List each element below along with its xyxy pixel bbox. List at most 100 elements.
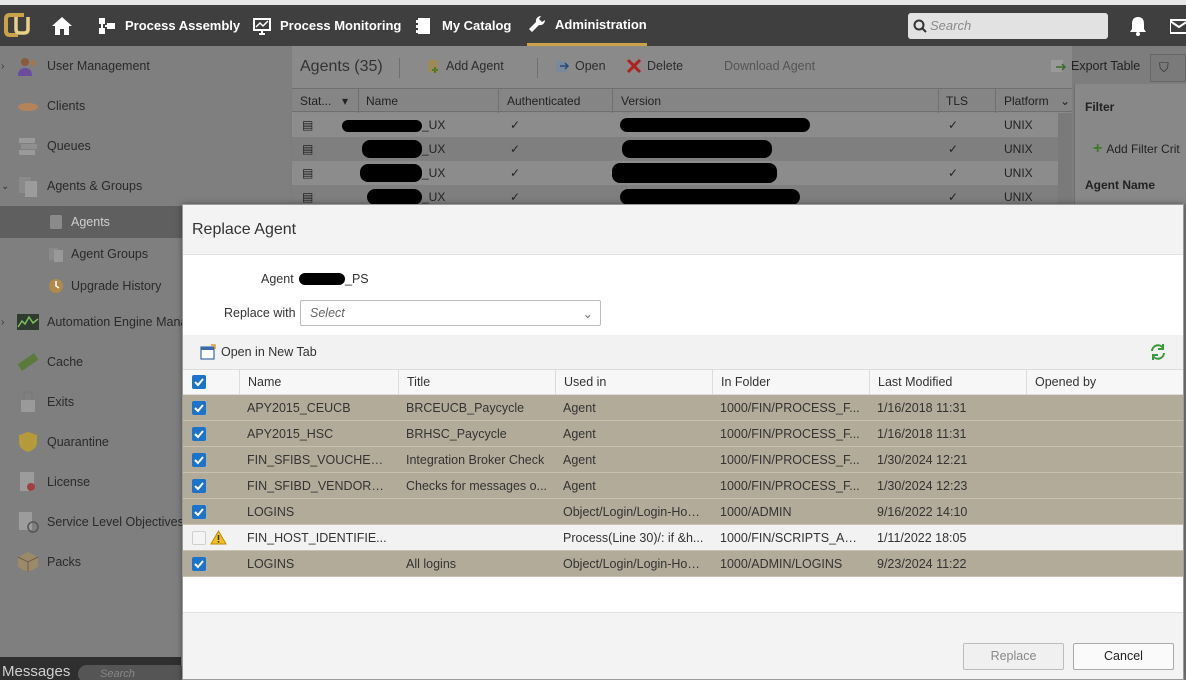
- row-checkbox[interactable]: [192, 427, 206, 441]
- select-all-checkbox[interactable]: [192, 375, 206, 389]
- in-folder: 1000/FIN/PROCESS_F...: [720, 427, 860, 441]
- table-row[interactable]: ▤ _UX ✓ ✓ UNIX: [292, 137, 1058, 161]
- col-tls[interactable]: TLS: [946, 94, 968, 108]
- object-name: LOGINS: [247, 505, 295, 519]
- last-modified: 1/16/2018 11:31: [877, 401, 967, 415]
- home-icon[interactable]: [50, 15, 74, 37]
- mail-icon[interactable]: [1170, 18, 1186, 34]
- filter-panel: Filter + Add Filter Crit Agent Name: [1074, 84, 1186, 204]
- add-agent-icon: [428, 60, 438, 73]
- table-row[interactable]: LOGINS Object/Login/Login-Host... 1000/ADM…: [183, 499, 1183, 525]
- sidebar-item-label: Agent Groups: [71, 247, 149, 261]
- used-in: Agent: [563, 401, 596, 415]
- messages-search-input[interactable]: Search: [78, 665, 188, 680]
- col-name[interactable]: Name: [239, 370, 397, 394]
- row-checkbox[interactable]: [192, 453, 206, 467]
- nav-process-monitoring-label: Process Monitoring: [280, 18, 402, 33]
- platform: UNIX: [1004, 118, 1033, 132]
- download-icon: [705, 60, 717, 72]
- open-in-new-tab-button[interactable]: Open in New Tab: [200, 344, 317, 360]
- col-opened-by[interactable]: Opened by: [1026, 370, 1183, 394]
- col-last-modified[interactable]: Last Modified: [869, 370, 1026, 394]
- sidebar-item-queues[interactable]: Queues: [0, 126, 291, 166]
- nav-administration[interactable]: Administration: [527, 5, 647, 46]
- delete-button[interactable]: Delete: [626, 58, 683, 74]
- bell-icon[interactable]: [1128, 15, 1148, 37]
- in-folder: 1000/ADMIN: [720, 505, 792, 519]
- dialog-title: Replace Agent: [183, 205, 1183, 255]
- sidebar-item-label: Queues: [47, 139, 91, 153]
- agent-name: _UX: [422, 118, 446, 132]
- col-title[interactable]: Title: [398, 370, 555, 394]
- redaction: [622, 140, 772, 158]
- filter-toggle-button[interactable]: ⛉: [1150, 54, 1186, 82]
- cu-logo-icon[interactable]: [2, 9, 34, 41]
- tls-check: ✓: [948, 166, 959, 180]
- nav-process-monitoring[interactable]: Process Monitoring: [252, 5, 401, 46]
- table-row[interactable]: LOGINS All logins Object/Login/Login-Host.…: [183, 551, 1183, 577]
- exits-icon: [21, 390, 35, 412]
- sidebar-item-label: Upgrade History: [71, 279, 162, 293]
- table-row[interactable]: APY2015_CEUCB BRCEUCB_Paycycle Agent 1000/F…: [183, 395, 1183, 421]
- col-status[interactable]: Stat...: [300, 94, 331, 108]
- table-row[interactable]: FIN_SFIBS_VOUCHER... Integration Broker C…: [183, 447, 1183, 473]
- top-navigation: Process Assembly Process Monitoring My C…: [0, 5, 1186, 46]
- sidebar-item-label: Agents & Groups: [47, 179, 143, 193]
- refresh-icon[interactable]: [1149, 343, 1167, 361]
- open-button[interactable]: Open: [554, 58, 606, 74]
- agent-value: _PS: [345, 272, 369, 286]
- last-modified: 1/30/2024 12:23: [877, 479, 968, 493]
- sidebar-item-user-management[interactable]: › User Management: [0, 46, 291, 86]
- nav-my-catalog[interactable]: My Catalog: [414, 5, 511, 46]
- row-checkbox[interactable]: [192, 505, 206, 519]
- agent-status-icon: ▤: [302, 142, 314, 156]
- table-row[interactable]: ▤ _UX ✓ ✓ UNIX: [292, 161, 1058, 185]
- monitor-icon: [253, 17, 271, 35]
- global-search-input[interactable]: Search: [908, 13, 1108, 39]
- opened-by: [1034, 421, 1177, 447]
- row-checkbox[interactable]: [192, 479, 206, 493]
- agents-groups-icon: [19, 177, 37, 197]
- col-authenticated[interactable]: Authenticated: [507, 94, 580, 108]
- sidebar-item-clients[interactable]: Clients: [0, 86, 291, 126]
- add-agent-button[interactable]: Add Agent: [425, 58, 504, 74]
- sidebar-item-agents-groups[interactable]: ⌄ Agents & Groups: [0, 166, 291, 206]
- global-search-placeholder: Search: [930, 18, 972, 33]
- table-row[interactable]: FIN_HOST_IDENTIFIE... Process(Line 30)/: …: [183, 525, 1183, 551]
- filter-title: Filter: [1085, 100, 1115, 114]
- nav-process-assembly[interactable]: Process Assembly: [97, 5, 240, 46]
- nav-process-assembly-label: Process Assembly: [125, 18, 241, 33]
- object-title: Integration Broker Check: [406, 453, 545, 467]
- row-checkbox[interactable]: [192, 401, 206, 415]
- column-divider: [358, 89, 359, 113]
- catalog-icon: [416, 17, 430, 34]
- download-agent-button[interactable]: Download Agent: [703, 58, 815, 74]
- table-row[interactable]: FIN_SFIBD_VENDOR_... Checks for messages …: [183, 473, 1183, 499]
- tls-check: ✓: [948, 118, 959, 132]
- col-used-in[interactable]: Used in: [555, 370, 712, 394]
- table-row[interactable]: ▤ _UX ✓ ✓ UNIX: [292, 113, 1058, 137]
- row-checkbox[interactable]: [192, 531, 206, 545]
- row-checkbox[interactable]: [192, 557, 206, 571]
- select-placeholder: Select: [310, 306, 345, 320]
- col-name[interactable]: Name: [366, 94, 398, 108]
- expand-arrow-icon[interactable]: ›: [1, 317, 4, 328]
- collapse-arrow-icon[interactable]: ⌄: [1, 181, 9, 192]
- col-platform[interactable]: Platform: [1004, 94, 1049, 108]
- expand-arrow-icon[interactable]: ›: [1, 61, 4, 72]
- col-version[interactable]: Version: [621, 94, 661, 108]
- column-menu-icon[interactable]: ⌄: [1060, 94, 1070, 108]
- object-title: [406, 525, 550, 551]
- col-in-folder[interactable]: In Folder: [712, 370, 869, 394]
- cancel-button[interactable]: Cancel: [1073, 643, 1174, 670]
- packs-icon: [17, 552, 39, 572]
- replace-with-select[interactable]: Select ⌄: [300, 300, 601, 326]
- scrollbar[interactable]: [1058, 113, 1072, 206]
- replace-button[interactable]: Replace: [963, 643, 1064, 670]
- add-filter-button[interactable]: + Add Filter Crit: [1093, 140, 1180, 158]
- authenticated-check: ✓: [510, 118, 521, 132]
- last-modified: 9/23/2024 11:22: [877, 557, 967, 571]
- sort-down-icon[interactable]: ▾: [342, 94, 348, 108]
- table-row[interactable]: APY2015_HSC BRHSC_Paycycle Agent 1000/FIN/P…: [183, 421, 1183, 447]
- export-table-button[interactable]: Export Table: [1050, 58, 1140, 74]
